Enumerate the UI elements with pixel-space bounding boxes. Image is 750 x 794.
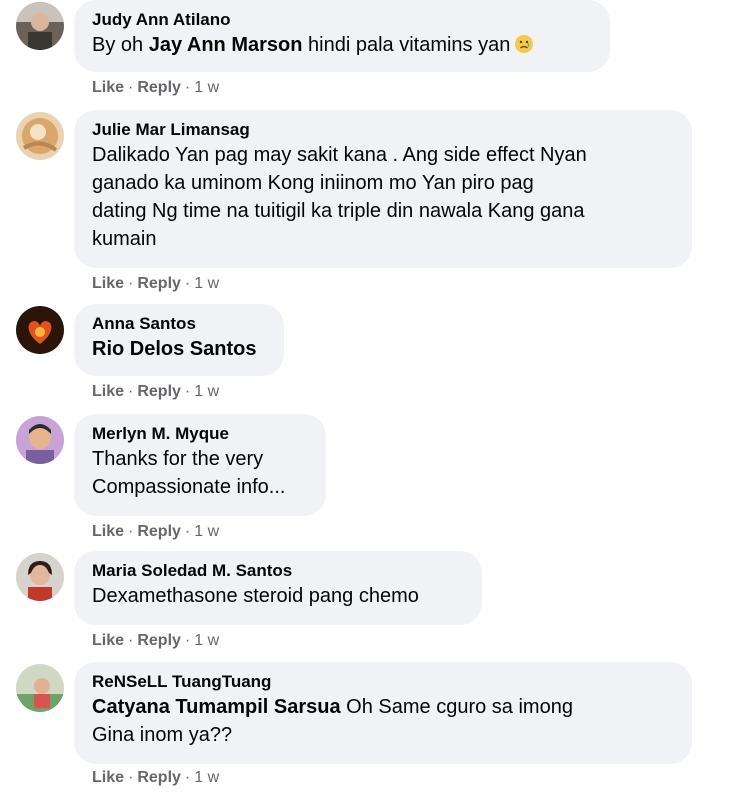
like-button[interactable]: Like [92, 79, 124, 96]
timestamp-link[interactable]: 1 w [194, 383, 219, 400]
comment-bubble: Maria Soledad M. Santos Dexamethasone st… [74, 551, 482, 625]
comment-text-line: dating Ng time na tuitigil ka triple din… [92, 200, 585, 222]
reply-button[interactable]: Reply [137, 79, 181, 96]
comment-text-line: Dalikado Yan pag may sakit kana . Ang si… [92, 144, 587, 166]
separator: · [128, 769, 134, 786]
comment-actions: Like · Reply · 1 w [92, 382, 219, 402]
comment-bubble: Anna Santos Rio Delos Santos [74, 304, 284, 376]
reply-button[interactable]: Reply [137, 632, 181, 649]
comment-text-line: ganado ka uminom Kong iniinom mo Yan pir… [92, 172, 534, 194]
comment-author[interactable]: Judy Ann Atilano [92, 9, 592, 31]
timestamp-link[interactable]: 1 w [194, 769, 219, 786]
avatar[interactable] [16, 416, 64, 464]
avatar[interactable] [16, 664, 64, 712]
comment-author[interactable]: Maria Soledad M. Santos [92, 560, 464, 582]
separator: · [184, 383, 191, 400]
mention-link[interactable]: Jay Ann Marson [149, 34, 303, 56]
comment-author[interactable]: Anna Santos [92, 313, 266, 335]
reply-button[interactable]: Reply [137, 523, 181, 540]
separator: · [184, 769, 191, 786]
mention-link[interactable]: Catyana Tumampil Sarsua [92, 696, 341, 718]
comment-text: Dexamethasone steroid pang chemo [92, 585, 419, 607]
comment-text-body: hindi pala vitamins yan [302, 34, 511, 56]
comment-bubble: Judy Ann Atilano By oh Jay Ann Marson hi… [74, 0, 610, 72]
mention-link[interactable]: Rio Delos Santos [92, 335, 266, 363]
comment-actions: Like · Reply · 1 w [92, 274, 219, 294]
comment-actions: Like · Reply · 1 w [92, 768, 219, 788]
comment-actions: Like · Reply · 1 w [92, 522, 219, 542]
like-button[interactable]: Like [92, 769, 124, 786]
comment-bubble: Merlyn M. Myque Thanks for the very Comp… [74, 414, 326, 516]
reply-button[interactable]: Reply [137, 275, 181, 292]
comment-text-line: kumain [92, 228, 157, 250]
timestamp-link[interactable]: 1 w [194, 632, 219, 649]
comment-text-line: Thanks for the very [92, 448, 264, 470]
separator: · [128, 275, 134, 292]
reply-button[interactable]: Reply [137, 769, 181, 786]
comment-bubble: ReNSeLL TuangTuang Catyana Tumampil Sars… [74, 662, 692, 764]
separator: · [184, 632, 191, 649]
comment-actions: Like · Reply · 1 w [92, 631, 219, 651]
separator: · [128, 523, 134, 540]
avatar[interactable] [16, 2, 64, 50]
like-button[interactable]: Like [92, 275, 124, 292]
like-button[interactable]: Like [92, 383, 124, 400]
comment-author[interactable]: Merlyn M. Myque [92, 423, 308, 445]
timestamp-link[interactable]: 1 w [194, 79, 219, 96]
separator: · [184, 275, 191, 292]
separator: · [184, 523, 191, 540]
comment-text: Catyana Tumampil Sarsua Oh Same cguro sa… [92, 693, 674, 721]
separator: · [128, 383, 134, 400]
comment-author[interactable]: ReNSeLL TuangTuang [92, 671, 674, 693]
like-button[interactable]: Like [92, 523, 124, 540]
comment-text-prefix: By oh [92, 34, 149, 56]
comment-text-body: Oh Same cguro sa imong [340, 696, 573, 718]
separator: · [128, 79, 134, 96]
timestamp-link[interactable]: 1 w [194, 275, 219, 292]
separator: · [128, 632, 134, 649]
comment-actions: Like · Reply · 1 w [92, 78, 219, 98]
sad-face-emoji-icon [514, 34, 534, 54]
like-button[interactable]: Like [92, 632, 124, 649]
separator: · [184, 79, 191, 96]
reply-button[interactable]: Reply [137, 383, 181, 400]
avatar[interactable] [16, 112, 64, 160]
avatar[interactable] [16, 306, 64, 354]
comment-text: By oh Jay Ann Marson hindi pala vitamins… [92, 31, 592, 59]
timestamp-link[interactable]: 1 w [194, 523, 219, 540]
comment-author[interactable]: Julie Mar Limansag [92, 119, 674, 141]
comment-text-line: Compassionate info... [92, 476, 286, 498]
comment-text-line: Gina inom ya?? [92, 724, 233, 746]
avatar[interactable] [16, 553, 64, 601]
comment-bubble: Julie Mar Limansag Dalikado Yan pag may … [74, 110, 692, 268]
